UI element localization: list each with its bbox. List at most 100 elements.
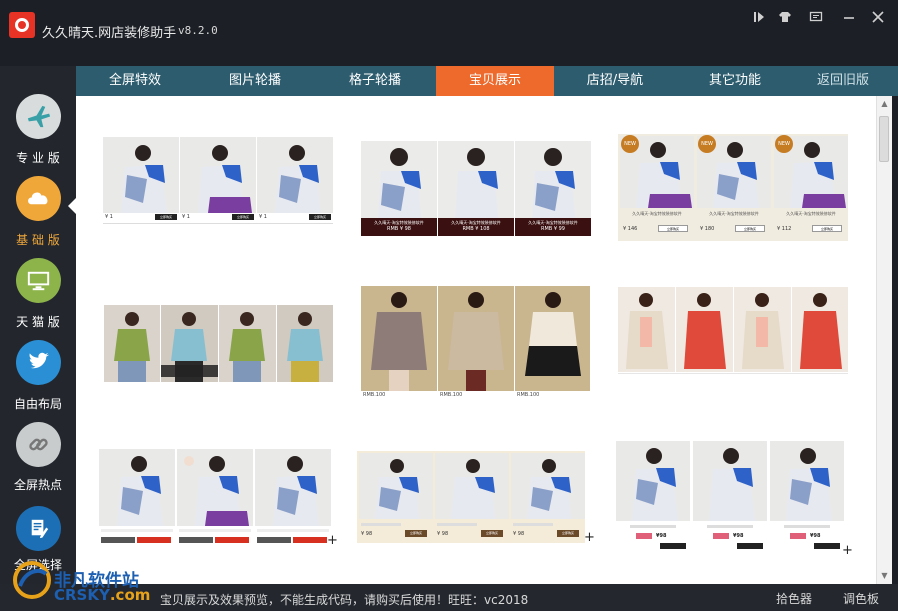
template-card[interactable]: NEW NEW NEW 久久晴天-淘宝特效装修软件 久久晴天-淘宝特效装修软件 …: [618, 134, 848, 241]
sidebar-item-professional[interactable]: 专 业 版: [0, 94, 76, 174]
price-label: ¥ 1: [105, 214, 113, 220]
scroll-thumb[interactable]: [879, 116, 889, 162]
product-image: [219, 305, 276, 382]
product-caption: [437, 523, 477, 526]
price-label: ¥ 112: [777, 226, 792, 232]
tab-other-functions[interactable]: 其它功能: [676, 66, 794, 96]
price-label: ¥98: [656, 533, 667, 539]
price-label: ¥ 98: [361, 531, 373, 537]
add-more-icon[interactable]: +: [584, 530, 595, 545]
sidebar-item-free-layout[interactable]: 自由布局: [0, 340, 76, 420]
product-image: [99, 449, 175, 526]
share-icons[interactable]: [814, 543, 840, 549]
sidebar: 专 业 版 基 础 版 天 猫 版 自由布局 全屏热点 全屏选择: [0, 66, 76, 584]
palette-button[interactable]: 调色板: [843, 590, 879, 607]
scroll-up-icon[interactable]: ▲: [877, 96, 892, 112]
product-caption: [784, 525, 830, 528]
buy-button[interactable]: 立即购买: [812, 225, 842, 232]
tab-shop-sign-nav[interactable]: 店招/导航: [556, 66, 674, 96]
buy-button[interactable]: [790, 533, 806, 539]
price-label: ¥ 1: [182, 214, 190, 220]
title-bar: 久久晴天.网店装修助手 v8.2.0: [0, 0, 898, 66]
buy-button[interactable]: 立即购买: [155, 214, 177, 220]
product-meta: [103, 223, 333, 233]
price-label: ¥ 180: [700, 226, 715, 232]
watermark-domain-main: CRSKY: [54, 586, 110, 604]
message-icon[interactable]: [806, 10, 826, 30]
product-image: [693, 441, 767, 521]
tab-bar: 全屏特效 图片轮播 格子轮播 宝贝展示 店招/导航 其它功能 返回旧版: [76, 66, 898, 96]
buy-button[interactable]: [137, 537, 171, 543]
product-caption: 久久晴天-淘宝特效装修软件: [632, 211, 682, 216]
product-image: [515, 286, 590, 391]
product-image: [616, 441, 690, 521]
minimize-icon[interactable]: [839, 10, 859, 30]
product-image: [770, 441, 844, 521]
template-card[interactable]: [104, 305, 333, 382]
edit-document-icon: [16, 506, 61, 551]
skin-shirt-icon[interactable]: [775, 10, 795, 30]
tab-back-to-old-version[interactable]: 返回旧版: [788, 66, 898, 96]
tab-grid-carousel[interactable]: 格子轮播: [316, 66, 434, 96]
new-badge: NEW: [775, 135, 793, 153]
buy-button[interactable]: [293, 537, 327, 543]
product-caption: [513, 523, 553, 526]
buy-button[interactable]: 立即购买: [481, 530, 503, 537]
template-card[interactable]: RMB.100 RMB.100 RMB.100: [361, 286, 590, 401]
price-label: ¥ 146: [623, 226, 638, 232]
buy-button[interactable]: 立即购买: [405, 530, 427, 537]
sidebar-item-label: 专 业 版: [16, 151, 60, 165]
buy-button[interactable]: 立即购买: [658, 225, 688, 232]
price-label: RMB ¥ 99: [541, 226, 565, 232]
add-more-icon[interactable]: +: [842, 543, 853, 558]
product-image: [792, 287, 848, 372]
product-caption: 久久晴天-淘宝特效装修软件: [786, 211, 836, 216]
product-image: [180, 137, 256, 213]
product-image: [257, 137, 333, 213]
app-version: v8.2.0: [178, 24, 218, 37]
template-card[interactable]: ¥ 98 ¥ 98 ¥ 98 立即购买 立即购买 立即购买: [357, 451, 585, 543]
scroll-down-icon[interactable]: ▼: [877, 568, 892, 584]
tab-fullscreen-effects[interactable]: 全屏特效: [76, 66, 194, 96]
sidebar-item-tmall[interactable]: 天 猫 版: [0, 258, 76, 338]
template-card[interactable]: ¥98 ¥98 ¥98: [616, 441, 844, 556]
product-image: [618, 287, 675, 372]
buy-button[interactable]: [636, 533, 652, 539]
crsky-logo-icon: [12, 560, 52, 600]
product-image: 久久晴天-淘宝特效装修软件 RMB ¥ 99: [515, 141, 591, 236]
share-icons[interactable]: [660, 543, 686, 549]
tab-product-showcase[interactable]: 宝贝展示: [436, 66, 554, 96]
template-card[interactable]: [99, 449, 331, 547]
price-tag: [101, 537, 135, 543]
add-more-icon[interactable]: +: [327, 533, 338, 548]
product-caption: [179, 529, 251, 532]
buy-button[interactable]: [215, 537, 249, 543]
color-picker-button[interactable]: 拾色器: [776, 590, 812, 607]
sidebar-item-label: 天 猫 版: [16, 315, 60, 329]
price-label: ¥98: [810, 533, 821, 539]
template-card[interactable]: 久久晴天-淘宝特效装修软件 RMB ¥ 98 久久晴天-淘宝特效装修软件 RMB ¥…: [361, 141, 591, 236]
template-card[interactable]: [618, 287, 848, 401]
new-badge: NEW: [621, 135, 639, 153]
play-icon[interactable]: [749, 10, 769, 30]
buy-button[interactable]: 立即购买: [309, 214, 331, 220]
close-icon[interactable]: [868, 10, 888, 30]
buy-button[interactable]: 立即购买: [232, 214, 254, 220]
product-image: [438, 286, 514, 391]
sidebar-item-fullscreen-hotspot[interactable]: 全屏热点: [0, 422, 76, 502]
buy-button[interactable]: 立即购买: [557, 530, 579, 537]
price-label: RMB ¥ 98: [387, 226, 411, 232]
app-logo-icon: [9, 12, 35, 38]
vertical-scrollbar[interactable]: ▲ ▼: [876, 96, 892, 584]
sidebar-item-basic[interactable]: 基 础 版: [0, 176, 76, 256]
price-tag: [179, 537, 213, 543]
tab-image-carousel[interactable]: 图片轮播: [196, 66, 314, 96]
product-caption: [257, 529, 329, 532]
price-label: RMB ¥ 108: [462, 226, 490, 232]
buy-button[interactable]: [713, 533, 729, 539]
template-card[interactable]: ¥ 1 ¥ 1 ¥ 1 立即购买 立即购买 立即购买: [103, 137, 333, 237]
monitor-icon: [16, 258, 61, 303]
product-image: [435, 453, 509, 519]
buy-button[interactable]: 立即购买: [735, 225, 765, 232]
share-icons[interactable]: [737, 543, 763, 549]
